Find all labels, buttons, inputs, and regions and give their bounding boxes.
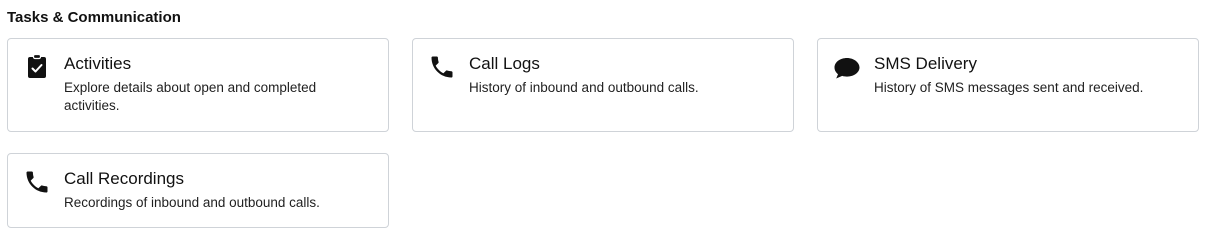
section-title: Tasks & Communication bbox=[7, 9, 181, 26]
card-sms-delivery[interactable]: SMS Delivery History of SMS messages sen… bbox=[817, 38, 1199, 132]
card-description: Recordings of inbound and outbound calls… bbox=[64, 195, 320, 210]
phone-icon bbox=[427, 53, 457, 83]
clipboard-check-icon bbox=[22, 53, 52, 83]
card-description: Explore details about open and completed… bbox=[64, 80, 317, 113]
card-description: History of inbound and outbound calls. bbox=[469, 80, 699, 95]
phone-icon bbox=[22, 168, 52, 198]
card-activities[interactable]: Activities Explore details about open an… bbox=[7, 38, 389, 132]
card-title: SMS Delivery bbox=[874, 54, 977, 73]
card-call-logs[interactable]: Call Logs History of inbound and outboun… bbox=[412, 38, 794, 132]
card-title: Activities bbox=[64, 54, 132, 73]
card-title: Call Logs bbox=[469, 54, 540, 73]
chat-bubble-icon bbox=[832, 56, 862, 86]
card-description: History of SMS messages sent and receive… bbox=[874, 80, 1144, 95]
card-title: Call Recordings bbox=[64, 169, 184, 188]
card-call-recordings[interactable]: Call Recordings Recordings of inbound an… bbox=[7, 153, 389, 228]
